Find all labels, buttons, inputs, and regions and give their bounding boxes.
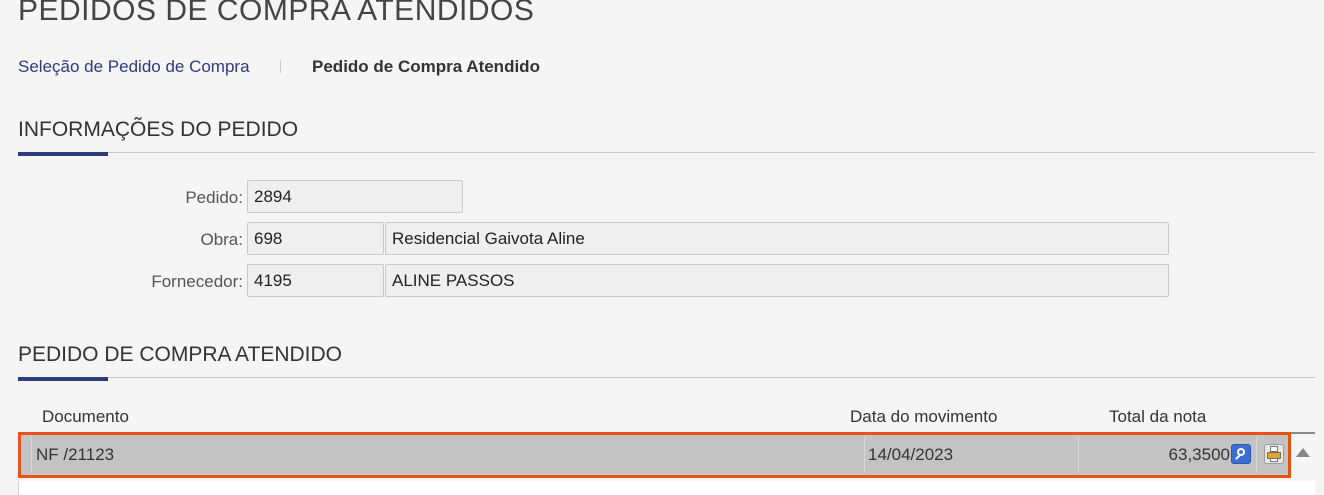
scroll-up-icon[interactable] — [1296, 448, 1310, 457]
cell-total-nota: 63,3500 — [1168, 445, 1230, 464]
pedido-label: Pedido: — [185, 188, 243, 207]
page-title: PEDIDOS DE COMPRA ATENDIDOS — [18, 0, 535, 27]
section-accent — [18, 377, 108, 381]
section-accent — [18, 152, 108, 156]
section-title-info: INFORMAÇÕES DO PEDIDO — [18, 118, 299, 141]
breadcrumb: Seleção de Pedido de Compra Pedido de Co… — [18, 57, 540, 77]
print-icon-tray — [1270, 458, 1278, 462]
section-title-grid: PEDIDO DE COMPRA ATENDIDO — [18, 343, 342, 366]
obra-label: Obra: — [200, 230, 243, 249]
cell-separator — [31, 437, 32, 473]
section-divider — [18, 152, 1315, 153]
obra-code-field[interactable]: 698 — [247, 222, 384, 255]
cell-separator — [1078, 437, 1079, 473]
cell-data-movimento: 14/04/2023 — [868, 445, 954, 464]
cell-separator — [1256, 437, 1257, 473]
table-row[interactable]: NF /21123 14/04/2023 63,3500 — [18, 432, 1291, 478]
breadcrumb-current: Pedido de Compra Atendido — [312, 57, 540, 76]
fornecedor-code-field[interactable]: 4195 — [247, 264, 384, 297]
section-divider — [18, 377, 1315, 378]
print-icon[interactable] — [1264, 444, 1284, 464]
column-header-data-movimento[interactable]: Data do movimento — [850, 407, 997, 427]
cell-documento: NF /21123 — [36, 445, 115, 464]
column-header-documento[interactable]: Documento — [42, 407, 129, 427]
breadcrumb-link-selecao[interactable]: Seleção de Pedido de Compra — [18, 57, 250, 76]
view-icon[interactable] — [1231, 444, 1251, 464]
grid-empty-area — [18, 481, 1315, 495]
pedido-field[interactable]: 2894 — [247, 180, 463, 213]
view-icon-handle — [1235, 454, 1241, 460]
breadcrumb-separator — [280, 60, 282, 73]
obra-name-field[interactable]: Residencial Gaivota Aline — [385, 222, 1169, 255]
fornecedor-label: Fornecedor: — [151, 272, 243, 291]
fornecedor-name-field[interactable]: ALINE PASSOS — [385, 264, 1169, 297]
column-header-total-nota[interactable]: Total da nota — [1109, 407, 1206, 427]
cell-separator — [864, 437, 865, 473]
